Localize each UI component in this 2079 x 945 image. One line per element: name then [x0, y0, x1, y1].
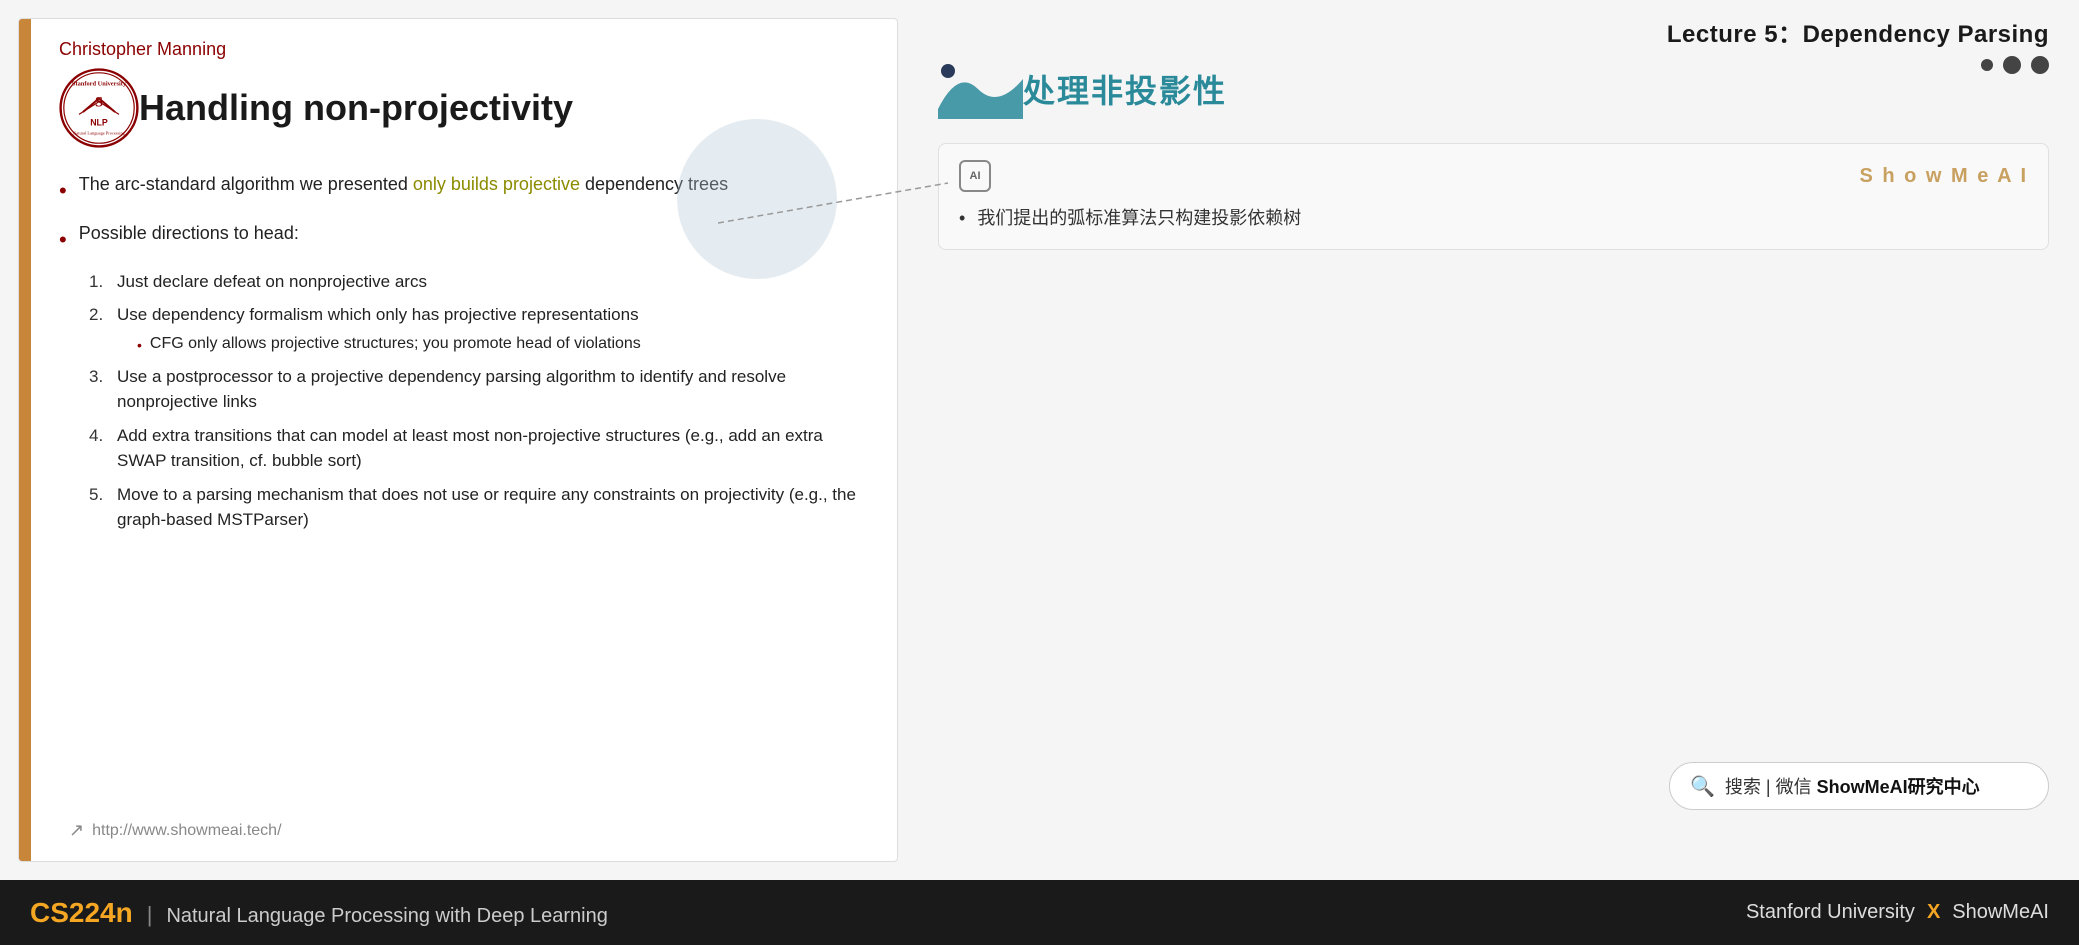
course-code: CS224n	[30, 897, 133, 929]
bottom-right: Stanford University X ShowMeAI	[1746, 901, 2049, 924]
chinese-header: 处理非投影性	[938, 59, 2049, 127]
translation-box: AI S h o w M e A I • 我们提出的弧标准算法只构建投影依赖树	[938, 143, 2049, 250]
item-5-text: Move to a parsing mechanism that does no…	[117, 482, 867, 533]
translation-header: AI S h o w M e A I	[959, 160, 2028, 192]
course-separator: |	[147, 902, 153, 928]
lecture-title-text: Lecture 5：Dependency Parsing	[1667, 21, 2049, 48]
translation-text: 我们提出的弧标准算法只构建投影依赖树	[977, 204, 1301, 233]
nav-dot-2[interactable]	[2003, 56, 2021, 74]
bullet-text-2: Possible directions to head:	[79, 219, 299, 248]
chinese-header-graphic	[938, 59, 1023, 119]
right-panel: Lecture 5：Dependency Parsing 处理非投影性	[898, 0, 2079, 880]
search-bold: ShowMeAI研究中心	[1817, 777, 1980, 797]
slide-author: Christopher Manning	[59, 39, 867, 60]
num-1: 1.	[89, 269, 117, 295]
num-5: 5.	[89, 482, 117, 533]
nav-dots	[1981, 56, 2049, 74]
numbered-item-4: 4. Add extra transitions that can model …	[89, 423, 867, 474]
numbered-item-2: 2. Use dependency formalism which only h…	[89, 302, 867, 356]
bullet-text-1: The arc-standard algorithm we presented …	[79, 170, 728, 199]
item-1-text: Just declare defeat on nonprojective arc…	[117, 269, 427, 295]
showmeai-bottom: ShowMeAI	[1952, 901, 2049, 924]
search-box[interactable]: 🔍 搜索 | 微信 ShowMeAI研究中心	[1669, 762, 2049, 810]
translation-content: • 我们提出的弧标准算法只构建投影依赖树	[959, 204, 2028, 233]
bullet-dot-2: •	[59, 221, 67, 258]
nav-dot-3[interactable]	[2031, 56, 2049, 74]
num-4: 4.	[89, 423, 117, 474]
translation-bullet: • 我们提出的弧标准算法只构建投影依赖树	[959, 204, 2028, 233]
translation-bullet-dot: •	[959, 204, 965, 233]
slide-content: Christopher Manning Stanford University …	[39, 19, 897, 861]
bottom-bar: CS224n | Natural Language Processing wit…	[0, 880, 2079, 945]
translation-wrapper: AI S h o w M e A I • 我们提出的弧标准算法只构建投影依赖树	[938, 143, 2049, 270]
course-name: Natural Language Processing with Deep Le…	[166, 905, 607, 928]
highlight-text: only builds projective	[413, 174, 580, 194]
item-4-text: Add extra transitions that can model at …	[117, 423, 867, 474]
ai-icon: AI	[959, 160, 991, 192]
svg-text:Natural Language Processing: Natural Language Processing	[73, 130, 125, 135]
slide-title: Handling non-projectivity	[139, 86, 573, 129]
nav-dot-1[interactable]	[1981, 59, 1993, 71]
stanford-logo: Stanford University S NLP Natural Langua…	[59, 68, 139, 148]
num-2: 2.	[89, 302, 117, 356]
showmeai-label: S h o w M e A I	[1859, 165, 2028, 188]
search-prefix: 搜索 | 微信	[1725, 777, 1817, 797]
sub-bullet-dot: •	[137, 335, 142, 356]
bottom-left: CS224n | Natural Language Processing wit…	[30, 897, 608, 929]
ai-icon-text: AI	[970, 170, 981, 182]
bullet-dot-1: •	[59, 172, 67, 209]
slide-url: ↗ http://www.showmeai.tech/	[69, 820, 282, 841]
stanford-text: Stanford University	[1746, 901, 1915, 924]
search-icon: 🔍	[1690, 774, 1715, 799]
x-symbol: X	[1927, 901, 1940, 924]
num-3: 3.	[89, 364, 117, 415]
search-text: 搜索 | 微信 ShowMeAI研究中心	[1725, 773, 1980, 799]
url-text: http://www.showmeai.tech/	[92, 822, 281, 840]
cursor-icon: ↗	[69, 820, 84, 841]
decorative-circle	[677, 119, 837, 279]
slide-border	[19, 19, 31, 861]
svg-text:NLP: NLP	[90, 118, 108, 128]
numbered-item-3: 3. Use a postprocessor to a projective d…	[89, 364, 867, 415]
item-3-text: Use a postprocessor to a projective depe…	[117, 364, 867, 415]
slide-panel: Christopher Manning Stanford University …	[18, 18, 898, 862]
svg-text:Stanford University: Stanford University	[72, 81, 127, 88]
item-2-text: Use dependency formalism which only has …	[117, 305, 639, 324]
sub-bullet-text: CFG only allows projective structures; y…	[150, 332, 641, 356]
svg-text:S: S	[95, 94, 103, 110]
sub-bullet-item: • CFG only allows projective structures;…	[137, 332, 641, 356]
numbered-list: 1. Just declare defeat on nonprojective …	[89, 269, 867, 533]
chinese-title: 处理非投影性	[1023, 66, 1227, 112]
numbered-item-5: 5. Move to a parsing mechanism that does…	[89, 482, 867, 533]
item-2-container: Use dependency formalism which only has …	[117, 302, 641, 356]
lecture-title: Lecture 5：Dependency Parsing	[938, 0, 2049, 59]
